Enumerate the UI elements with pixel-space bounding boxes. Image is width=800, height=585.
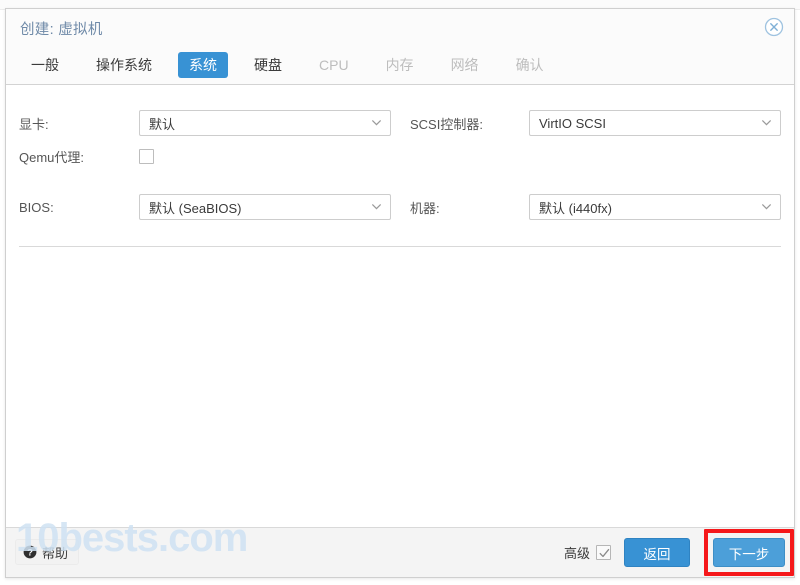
dialog-body: 显卡: 默认 SCSI控制器: VirtIO SCSI Qemu代理: BIOS… [6,85,794,528]
close-icon[interactable] [763,16,785,38]
svg-text:?: ? [27,548,33,559]
back-button[interactable]: 返回 [624,538,690,567]
machine-value: 默认 (i440fx) [539,200,612,216]
qemu-agent-label: Qemu代理: [19,149,85,165]
advanced-label: 高级 [563,546,590,561]
bios-label: BIOS: [19,199,54,215]
chevron-down-icon [372,204,381,210]
row-machine: 机器: 默认 (i440fx) [410,194,781,220]
row-graphic-card: 显卡: 默认 [19,110,391,136]
dialog-title: 创建: 虚拟机 [20,22,103,38]
scsi-controller-select[interactable]: VirtIO SCSI [529,110,781,136]
bios-value: 默认 (SeaBIOS) [149,200,242,216]
chevron-down-icon [762,204,771,210]
next-button[interactable]: 下一步 [713,538,785,567]
footer-actions: 高级 返回 下一步 [563,529,794,576]
section-divider [19,246,781,247]
help-label: 帮助 [42,545,69,561]
bios-select[interactable]: 默认 (SeaBIOS) [139,194,391,220]
next-button-highlight: 下一步 [704,529,794,576]
tab-operating-system[interactable]: 操作系统 [85,52,163,78]
chevron-down-icon [372,120,381,126]
dialog-footer: ? 帮助 高级 返回 下一步 [6,528,794,577]
chevron-down-icon [762,120,771,126]
scsi-controller-value: VirtIO SCSI [539,115,606,131]
row-scsi-controller: SCSI控制器: VirtIO SCSI [410,110,781,136]
tab-memory: 内存 [385,57,414,73]
create-vm-dialog: 创建: 虚拟机 一般 操作系统 系统 硬盘 CPU 内存 网络 确认 显卡: 默… [5,8,795,578]
help-button[interactable]: ? 帮助 [15,539,80,565]
tab-general[interactable]: 一般 [20,52,70,78]
tab-confirm: 确认 [515,57,544,73]
machine-select[interactable]: 默认 (i440fx) [529,194,781,220]
machine-label: 机器: [410,200,440,216]
tab-bar: 一般 操作系统 系统 硬盘 CPU 内存 网络 确认 [6,46,794,85]
tab-cpu: CPU [319,57,349,73]
scsi-controller-label: SCSI控制器: [410,116,483,132]
row-qemu-agent: Qemu代理: [19,143,154,169]
tab-hard-disk[interactable]: 硬盘 [243,52,293,78]
graphic-card-label: 显卡: [19,116,49,132]
question-mark-icon: ? [23,545,37,559]
graphic-card-value: 默认 [149,116,176,132]
dialog-header: 创建: 虚拟机 [6,9,794,46]
tab-network: 网络 [450,57,479,73]
tab-system[interactable]: 系统 [178,52,228,78]
row-bios: BIOS: 默认 (SeaBIOS) [19,194,391,220]
qemu-agent-checkbox[interactable] [139,148,154,164]
advanced-checkbox[interactable] [596,545,611,560]
graphic-card-select[interactable]: 默认 [139,110,391,136]
